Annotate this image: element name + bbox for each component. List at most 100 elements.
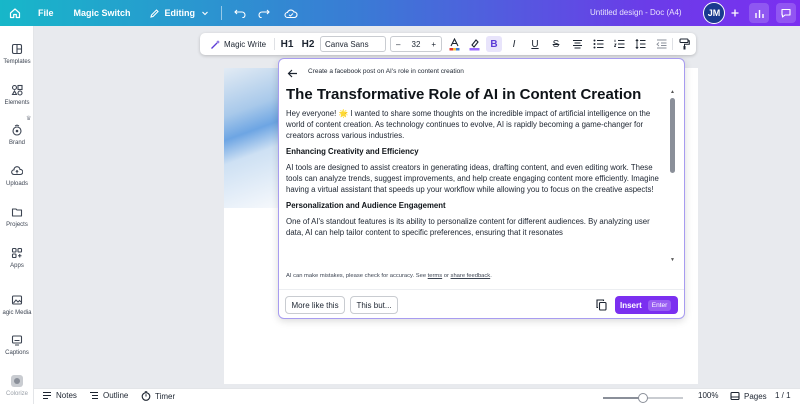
scrollbar[interactable]: ▲ ▼ xyxy=(670,89,675,267)
left-sidebar: Templates Elements Brand ♛ Uploads Proje… xyxy=(0,26,34,404)
undo-button[interactable] xyxy=(234,8,246,18)
bold-button[interactable]: B xyxy=(486,36,502,52)
file-menu[interactable]: File xyxy=(38,8,54,18)
scroll-down-icon[interactable]: ▼ xyxy=(670,257,675,263)
cloud-check-icon xyxy=(284,8,298,18)
sidebar-item-uploads[interactable]: Uploads xyxy=(0,164,34,187)
insights-button[interactable] xyxy=(749,3,769,23)
magic-switch-button[interactable]: Magic Switch xyxy=(74,8,131,18)
outline-icon xyxy=(90,391,98,400)
zoom-slider[interactable] xyxy=(603,393,683,403)
more-like-this-label: More like this xyxy=(291,300,339,310)
timer-icon xyxy=(141,391,151,401)
home-button[interactable] xyxy=(6,4,24,22)
sidebar-item-elements[interactable]: Elements xyxy=(0,83,34,106)
more-like-this-button[interactable]: More like this xyxy=(285,296,345,314)
heading-2-button[interactable]: H2 xyxy=(299,33,317,55)
sidebar-item-label: agic Media xyxy=(2,310,32,316)
line-spacing-icon xyxy=(634,39,645,49)
pages-label: Pages xyxy=(744,391,767,401)
sidebar-item-apps[interactable]: Apps xyxy=(0,246,34,269)
comment-icon xyxy=(781,8,791,18)
text-color-button[interactable] xyxy=(446,33,462,55)
zoom-slider-handle[interactable] xyxy=(638,393,648,403)
terms-link[interactable]: terms xyxy=(428,273,443,279)
bar-chart-icon xyxy=(754,9,764,18)
uploads-icon xyxy=(10,164,24,178)
comments-button[interactable] xyxy=(776,3,796,23)
underline-label: U xyxy=(531,38,539,50)
page-counter[interactable]: 1 / 1 xyxy=(775,391,791,400)
italic-button[interactable]: I xyxy=(506,33,522,55)
undo-icon xyxy=(234,9,246,18)
timer-button[interactable]: Timer xyxy=(141,391,175,401)
notes-label: Notes xyxy=(56,391,77,400)
page-image[interactable] xyxy=(224,68,284,208)
increase-size-button[interactable]: + xyxy=(431,40,436,49)
scroll-up-icon[interactable]: ▲ xyxy=(670,89,675,95)
sidebar-item-colorize[interactable]: Colorize xyxy=(0,374,34,397)
this-but-button[interactable]: This but... xyxy=(350,296,398,314)
editing-mode-button[interactable]: Editing xyxy=(149,8,210,19)
pages-button[interactable]: Pages xyxy=(730,391,767,401)
toolbar-divider xyxy=(274,38,275,50)
text-format-toolbar: Magic Write H1 H2 Canva Sans – 32 + B I … xyxy=(200,33,696,55)
document-title[interactable]: Untitled design - Doc (A4) xyxy=(590,8,682,17)
redo-button[interactable] xyxy=(258,8,270,18)
page-count-value: 1 / 1 xyxy=(775,391,791,400)
back-button[interactable] xyxy=(287,66,299,78)
bullet-list-button[interactable] xyxy=(590,33,606,55)
magic-write-label: Magic Write xyxy=(223,39,267,49)
numbered-list-button[interactable] xyxy=(611,33,627,55)
share-feedback-link[interactable]: share feedback xyxy=(451,273,491,279)
decrease-size-button[interactable]: – xyxy=(396,40,400,49)
zoom-value: 100% xyxy=(698,391,719,400)
templates-icon xyxy=(10,42,24,56)
sidebar-item-templates[interactable]: Templates xyxy=(0,42,34,65)
font-family-select[interactable]: Canva Sans xyxy=(320,36,386,52)
outline-button[interactable]: Outline xyxy=(89,391,128,400)
highlight-button[interactable] xyxy=(466,33,482,55)
font-name: Canva Sans xyxy=(325,39,369,49)
underline-button[interactable]: U xyxy=(527,33,543,55)
zoom-level[interactable]: 100% xyxy=(698,391,718,400)
cloud-save-button[interactable] xyxy=(284,8,298,19)
align-center-icon xyxy=(572,39,582,49)
strike-label: S xyxy=(552,38,560,50)
strikethrough-button[interactable]: S xyxy=(548,33,564,55)
indent-button[interactable] xyxy=(653,33,669,55)
generated-intro: Hey everyone! 🌟 I wanted to share some t… xyxy=(286,109,651,140)
section-title: Enhancing Creativity and Efficiency xyxy=(286,147,419,156)
font-size-value[interactable]: 32 xyxy=(412,40,421,49)
line-spacing-button[interactable] xyxy=(632,33,648,55)
sidebar-item-brand[interactable]: Brand xyxy=(0,123,34,146)
magic-write-button[interactable]: Magic Write xyxy=(205,33,271,55)
magic-wand-icon xyxy=(210,39,220,49)
sidebar-item-label: Uploads xyxy=(5,181,28,187)
font-size-control[interactable]: – 32 + xyxy=(390,36,442,52)
editing-label: Editing xyxy=(164,8,196,18)
disclaimer-or: or xyxy=(442,273,451,279)
sidebar-item-label: Brand xyxy=(8,140,25,146)
magic-media-icon xyxy=(10,293,24,307)
copy-button[interactable] xyxy=(594,297,608,313)
outdent-icon xyxy=(655,39,666,49)
sidebar-item-magic-media[interactable]: agic Media xyxy=(0,293,34,316)
heading-1-button[interactable]: H1 xyxy=(278,33,296,55)
pencil-icon xyxy=(149,8,159,18)
panel-divider xyxy=(279,289,684,290)
sidebar-item-captions[interactable]: Captions xyxy=(0,333,34,356)
generated-content: The Transformative Role of AI in Content… xyxy=(286,85,666,265)
notes-icon xyxy=(43,391,51,400)
notes-button[interactable]: Notes xyxy=(42,391,77,400)
sidebar-item-projects[interactable]: Projects xyxy=(0,205,34,228)
paint-format-button[interactable] xyxy=(676,33,692,55)
align-button[interactable] xyxy=(569,33,585,55)
scrollbar-thumb[interactable] xyxy=(670,98,675,173)
outline-label: Outline xyxy=(103,391,129,400)
insert-button[interactable]: Insert Enter xyxy=(615,296,678,314)
italic-label: I xyxy=(512,38,516,50)
user-avatar[interactable]: JM xyxy=(703,2,725,24)
numbered-list-icon xyxy=(613,39,624,49)
add-collaborator-button[interactable] xyxy=(725,3,745,23)
